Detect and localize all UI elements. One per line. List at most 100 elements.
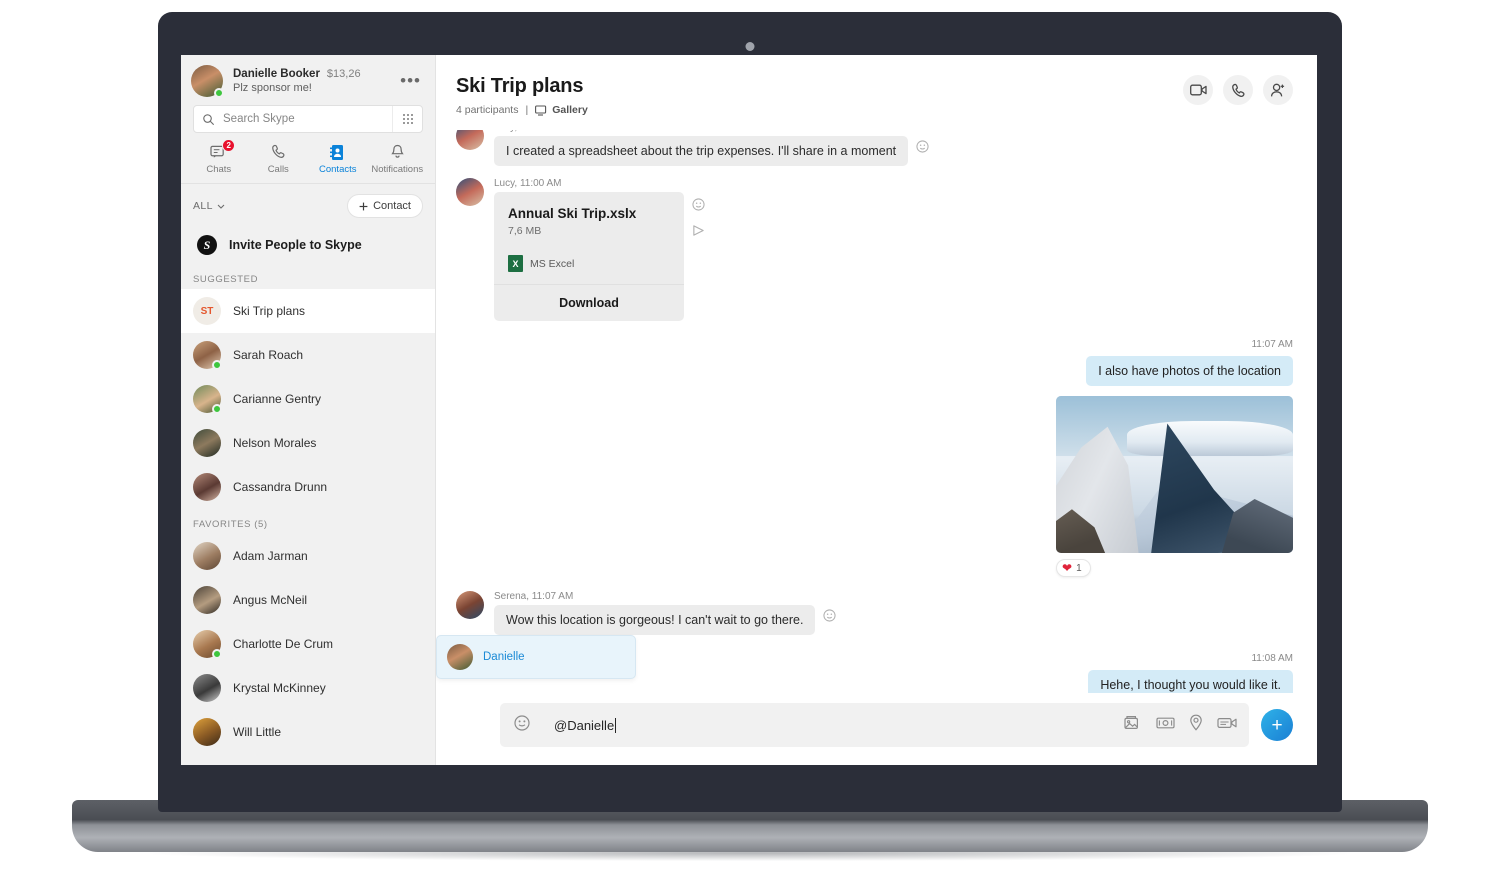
avatar <box>193 429 221 457</box>
tab-calls-label: Calls <box>268 164 289 175</box>
list-item-will-little[interactable]: Will Little <box>181 710 435 754</box>
money-icon[interactable] <box>1156 716 1175 735</box>
audio-call-icon[interactable] <box>1223 75 1253 105</box>
search-box[interactable] <box>193 105 423 133</box>
video-call-icon[interactable] <box>1183 75 1213 105</box>
add-people-icon[interactable] <box>1263 75 1293 105</box>
list-item-label: Adam Jarman <box>233 549 308 563</box>
skype-logo-icon: S <box>197 235 217 255</box>
sidebar-nav-tabs: 2 Chats Calls Contacts Notific <box>181 141 435 183</box>
favorites-header: FAVORITES (5) <box>181 509 435 534</box>
message-composer: @Danielle <box>436 693 1317 765</box>
composer-input-shell[interactable]: @Danielle <box>500 703 1249 747</box>
list-item-ski-trip-plans[interactable]: ST Ski Trip plans <box>181 289 435 333</box>
list-item-angus-mcneil[interactable]: Angus McNeil <box>181 578 435 622</box>
list-item-sarah-roach[interactable]: Sarah Roach <box>181 333 435 377</box>
contacts-list: S Invite People to Skype SUGGESTED ST Sk… <box>181 226 435 765</box>
presence-indicator <box>212 360 222 370</box>
invite-people-row[interactable]: S Invite People to Skype <box>181 226 435 264</box>
avatar[interactable] <box>456 130 484 150</box>
webcam-icon <box>746 42 755 51</box>
chats-unread-badge: 2 <box>222 139 235 152</box>
add-reaction-icon[interactable] <box>823 609 836 627</box>
message-meta: Lucy, 10:48 AM <box>494 130 929 133</box>
list-item-carianne-gentry[interactable]: Carianne Gentry <box>181 377 435 421</box>
list-item-cassandra-drunn[interactable]: Cassandra Drunn <box>181 465 435 509</box>
list-item-label: Cassandra Drunn <box>233 480 327 494</box>
divider: | <box>525 104 528 116</box>
message-lucy-2: Lucy, 11:00 AM Annual Ski Trip.xslx 7,6 … <box>456 178 1293 321</box>
avatar[interactable] <box>191 65 223 97</box>
gallery-icon <box>535 105 547 116</box>
chevron-down-icon <box>217 204 225 209</box>
image-icon[interactable] <box>1124 715 1142 736</box>
mention-suggestion-label: Danielle <box>483 651 525 663</box>
contacts-icon <box>330 143 345 161</box>
file-app-name: MS Excel <box>530 258 574 270</box>
chat-icon: 2 <box>210 143 227 161</box>
message-meta: Lucy, 11:00 AM <box>494 178 705 189</box>
tab-chats[interactable]: 2 Chats <box>189 143 249 175</box>
message-input[interactable]: @Danielle <box>544 718 1110 733</box>
dialpad-icon[interactable] <box>392 106 422 132</box>
message-meta: Serena, 11:07 AM <box>494 591 836 602</box>
tab-contacts[interactable]: Contacts <box>308 143 368 175</box>
list-item-label: Nelson Morales <box>233 436 316 450</box>
file-size: 7,6 MB <box>508 225 670 237</box>
avatar <box>193 341 221 369</box>
add-contact-button[interactable]: Contact <box>347 194 423 218</box>
list-item-label: Krystal McKinney <box>233 681 326 695</box>
list-item-nelson-morales[interactable]: Nelson Morales <box>181 421 435 465</box>
list-item-adam-jarman[interactable]: Adam Jarman <box>181 534 435 578</box>
mention-suggestion-popup[interactable]: Danielle <box>436 635 636 679</box>
tab-calls[interactable]: Calls <box>249 143 309 175</box>
photo-clouds <box>1127 421 1293 456</box>
presence-indicator <box>212 404 222 414</box>
message-text: I also have photos of the location <box>1086 356 1293 386</box>
message-serena: Serena, 11:07 AM Wow this location is go… <box>456 591 1293 635</box>
list-item-krystal-mckinney[interactable]: Krystal McKinney <box>181 666 435 710</box>
message-text: Hehe, I thought you would like it. <box>1088 670 1293 693</box>
profile-more-button[interactable]: ••• <box>398 76 423 86</box>
text-cursor <box>615 718 616 733</box>
message-text: I created a spreadsheet about the trip e… <box>494 136 908 166</box>
video-message-icon[interactable] <box>1217 716 1237 735</box>
download-button[interactable]: Download <box>494 284 684 321</box>
tab-notifications[interactable]: Notifications <box>368 143 428 175</box>
gallery-label: Gallery <box>552 104 588 116</box>
avatar <box>193 586 221 614</box>
message-text: Wow this location is gorgeous! I can't w… <box>494 605 815 635</box>
file-attachment-card[interactable]: Annual Ski Trip.xslx 7,6 MB X MS Excel D… <box>494 192 684 321</box>
add-reaction-icon[interactable] <box>692 198 705 216</box>
invite-people-label: Invite People to Skype <box>229 238 362 252</box>
add-reaction-icon[interactable] <box>916 140 929 158</box>
skype-app-window: Danielle Booker $13,26 Plz sponsor me! •… <box>181 55 1317 765</box>
profile-credit: $13,26 <box>327 68 361 80</box>
forward-icon[interactable] <box>692 224 705 242</box>
message-time: 11:07 AM <box>1251 339 1293 350</box>
tab-notifications-label: Notifications <box>371 164 423 175</box>
search-input[interactable] <box>217 113 392 125</box>
avatar[interactable] <box>456 591 484 619</box>
contacts-filter-dropdown[interactable]: ALL <box>193 200 225 212</box>
smiley-icon[interactable] <box>514 715 530 736</box>
avatar <box>447 644 473 670</box>
heart-icon: ❤ <box>1062 562 1072 574</box>
file-name: Annual Ski Trip.xslx <box>508 206 670 221</box>
plus-icon <box>359 202 368 211</box>
reaction-count: 1 <box>1076 563 1082 574</box>
avatar[interactable] <box>456 178 484 206</box>
new-content-button[interactable]: + <box>1261 709 1293 741</box>
message-reaction[interactable]: ❤ 1 <box>1056 559 1091 577</box>
tab-contacts-label: Contacts <box>319 164 357 175</box>
user-profile[interactable]: Danielle Booker $13,26 Plz sponsor me! •… <box>181 55 435 105</box>
location-icon[interactable] <box>1189 714 1203 736</box>
avatar <box>193 542 221 570</box>
gallery-button[interactable]: Gallery <box>535 104 588 116</box>
list-item-charlotte-de-crum[interactable]: Charlotte De Crum <box>181 622 435 666</box>
suggested-header: SUGGESTED <box>181 264 435 289</box>
photo-attachment[interactable] <box>1056 396 1293 553</box>
profile-name: Danielle Booker <box>233 68 320 80</box>
chat-header: Ski Trip plans 4 participants | Gallery <box>436 55 1317 130</box>
avatar <box>193 630 221 658</box>
